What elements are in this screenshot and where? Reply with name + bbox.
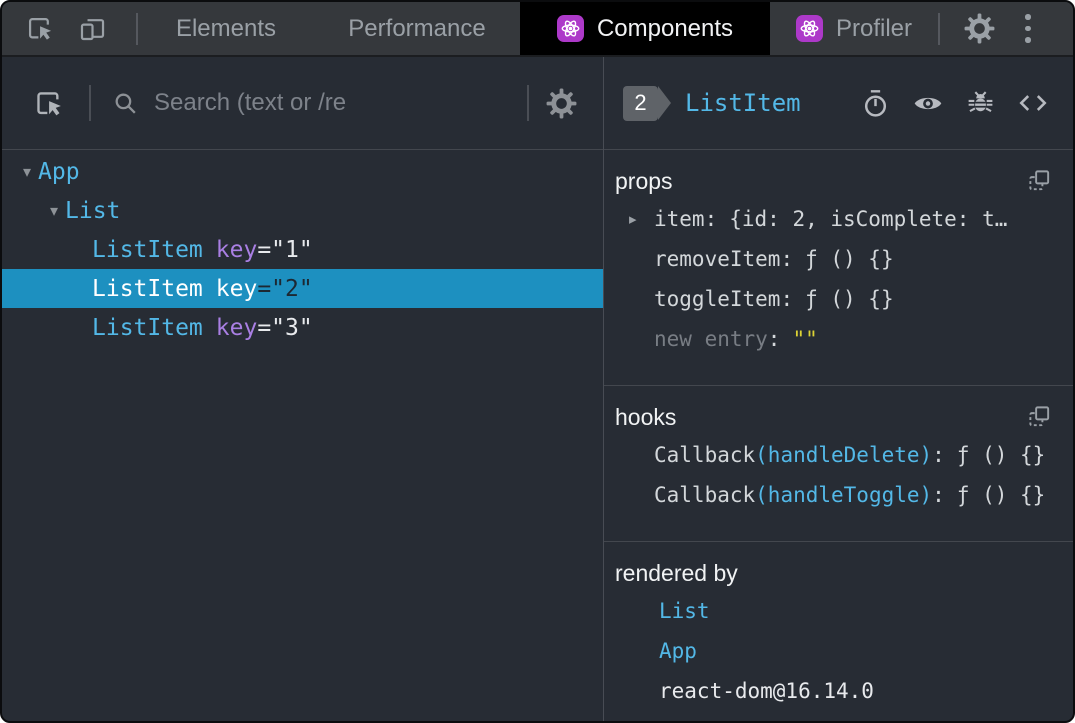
component-name: List — [65, 197, 121, 224]
components-toolbar — [2, 57, 603, 150]
tree-pane: ▾ App ▾ List ListItem key="1" ListItem — [2, 57, 604, 721]
rendered-by-section: rendered by List App react-dom@16.14.0 — [604, 542, 1073, 721]
tab-performance[interactable]: Performance — [314, 2, 520, 55]
components-panel: ▾ App ▾ List ListItem key="1" ListItem — [2, 57, 1073, 721]
hooks-section-title: hooks — [615, 403, 677, 430]
owners-stack-badge: 2 — [623, 85, 671, 121]
prop-value: ƒ () {} — [805, 247, 894, 271]
inspect-dom-button[interactable] — [912, 87, 944, 119]
component-tree: ▾ App ▾ List ListItem key="1" ListItem — [2, 150, 603, 721]
rendered-by-list-link[interactable]: List — [604, 591, 1073, 631]
view-source-button[interactable] — [1017, 87, 1049, 119]
key-attribute: key — [215, 236, 258, 263]
search-icon — [111, 89, 140, 118]
hook-detail: (handleDelete) — [755, 443, 933, 467]
details-pane: 2 ListItem props ▸ item: {id: 2, isComp… — [604, 57, 1073, 721]
hook-value: ƒ () {} — [956, 443, 1046, 467]
toolbar-divider — [527, 85, 529, 121]
props-section-title: props — [615, 167, 673, 194]
rendered-by-app-link[interactable]: App — [604, 631, 1073, 671]
gear-icon — [964, 13, 995, 44]
tree-row-list[interactable]: ▾ List — [2, 191, 603, 230]
select-element-button[interactable] — [32, 87, 65, 120]
component-name: ListItem — [92, 275, 203, 302]
props-section: props ▸ item: {id: 2, isComplete: t… rem… — [604, 150, 1073, 386]
tree-row-listitem-1[interactable]: ListItem key ="1" — [2, 230, 603, 269]
tree-row-app[interactable]: ▾ App — [2, 152, 603, 191]
device-toolbar-button[interactable] — [77, 13, 108, 44]
search-input[interactable] — [154, 89, 527, 117]
selected-component-title: ListItem — [685, 89, 801, 117]
rendered-by-title: rendered by — [615, 559, 738, 586]
prop-row-removeitem[interactable]: removeItem: ƒ () {} — [604, 239, 1073, 279]
hook-detail: (handleToggle) — [755, 483, 933, 507]
prop-value: ƒ () {} — [805, 287, 894, 311]
inspect-cursor-icon — [28, 17, 52, 40]
key-value: ="2" — [257, 275, 313, 302]
view-settings-button[interactable] — [546, 88, 577, 119]
tree-row-listitem-3[interactable]: ListItem key ="3" — [2, 308, 603, 347]
hook-row-handletoggle[interactable]: Callback (handleToggle): ƒ () {} — [604, 475, 1073, 515]
copy-hooks-button[interactable] — [1027, 404, 1052, 429]
copy-props-button[interactable] — [1027, 168, 1052, 193]
prop-value: {id: 2, isComplete: t… — [729, 207, 1008, 231]
prop-row-toggleitem[interactable]: toggleItem: ƒ () {} — [604, 279, 1073, 319]
copy-icon — [1029, 406, 1050, 427]
prop-name: removeItem — [654, 247, 781, 271]
hook-name: Callback — [654, 483, 756, 507]
prop-name: item — [654, 207, 705, 231]
key-attribute: key — [215, 314, 258, 341]
tab-elements[interactable]: Elements — [138, 2, 314, 55]
bug-icon — [968, 90, 993, 112]
more-options-button[interactable] — [1025, 11, 1031, 46]
eye-icon — [914, 97, 942, 110]
component-name: ListItem — [92, 236, 203, 263]
devtools-settings-button[interactable] — [964, 13, 995, 44]
component-name: App — [38, 158, 80, 185]
devtools-tab-bar: Elements Performance Components Profiler — [2, 2, 1073, 57]
key-value: ="1" — [257, 236, 313, 263]
key-value: ="3" — [257, 314, 313, 341]
chevron-right-icon[interactable]: ▸ — [629, 210, 654, 228]
inspect-element-button[interactable] — [24, 13, 55, 44]
search-box — [91, 89, 527, 118]
copy-icon — [1029, 170, 1050, 191]
tab-components[interactable]: Components — [520, 2, 770, 55]
selected-component-header: 2 ListItem — [604, 57, 1073, 150]
chevron-down-icon[interactable]: ▾ — [43, 201, 65, 220]
tab-profiler[interactable]: Profiler — [770, 2, 938, 55]
react-logo-icon — [556, 15, 584, 42]
toolbar-divider — [938, 12, 940, 45]
component-name: ListItem — [92, 314, 203, 341]
key-attribute: key — [215, 275, 258, 302]
kebab-menu-icon — [1025, 14, 1031, 20]
tree-row-listitem-2-selected[interactable]: ListItem key ="2" — [2, 269, 603, 308]
chevron-down-icon[interactable]: ▾ — [16, 162, 38, 181]
tab-label: Performance — [348, 14, 486, 42]
suspend-toggle-button[interactable] — [860, 88, 891, 119]
rendered-by-react-dom: react-dom@16.14.0 — [659, 679, 874, 703]
prop-name: toggleItem — [654, 287, 781, 311]
code-brackets-icon — [1019, 95, 1047, 111]
tab-label: Elements — [175, 14, 277, 42]
prop-row-item[interactable]: ▸ item: {id: 2, isComplete: t… — [604, 199, 1073, 239]
stopwatch-icon — [864, 89, 887, 117]
react-logo-icon — [795, 15, 823, 42]
tab-label: Components — [596, 14, 734, 42]
new-entry-label[interactable]: new entry — [654, 327, 768, 351]
inspect-cursor-icon — [37, 91, 61, 115]
new-entry-row[interactable]: new entry: "" — [604, 319, 1073, 359]
devtools-window: Elements Performance Components Profiler… — [0, 0, 1075, 723]
log-component-data-button[interactable] — [965, 88, 996, 119]
hook-name: Callback — [654, 443, 756, 467]
gear-icon — [546, 88, 577, 118]
hook-value: ƒ () {} — [956, 483, 1046, 507]
new-entry-value[interactable]: "" — [792, 327, 817, 351]
hooks-section: hooks Callback (handleDelete): ƒ () {} Ca… — [604, 386, 1073, 542]
hook-row-handledelete[interactable]: Callback (handleDelete): ƒ () {} — [604, 435, 1073, 475]
device-toolbar-icon — [80, 19, 105, 41]
tab-label: Profiler — [835, 14, 913, 42]
